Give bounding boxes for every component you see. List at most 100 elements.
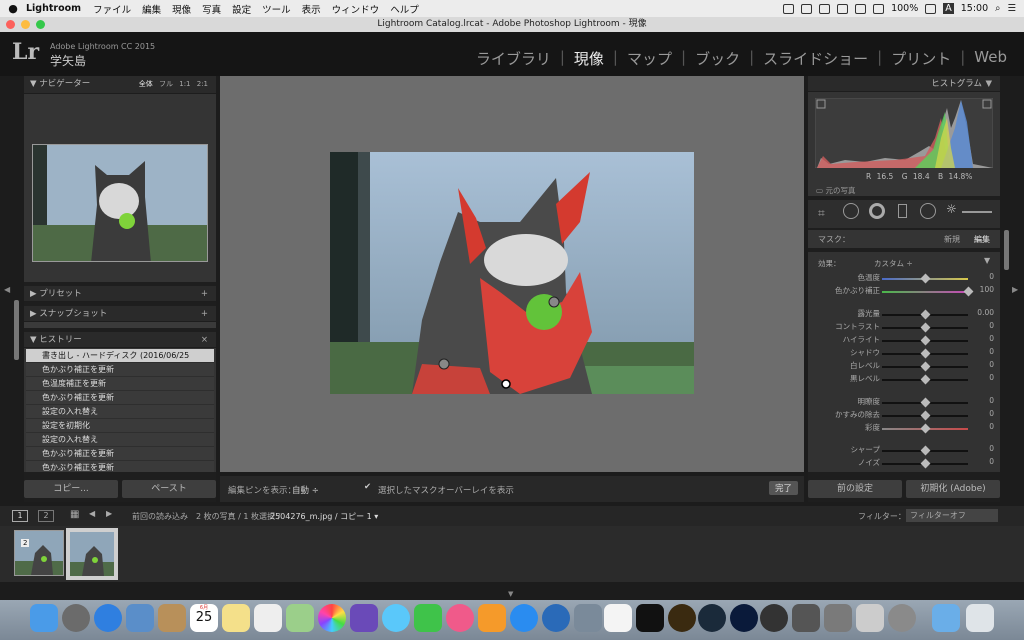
module-library[interactable]: ライブラリ: [467, 48, 560, 69]
adjust-slider-row[interactable]: シャドウ 0: [816, 347, 996, 359]
slider-knob[interactable]: [920, 397, 931, 408]
main-screen-button[interactable]: 1: [12, 510, 28, 522]
notes-icon[interactable]: [222, 604, 250, 632]
photo-with-mask-overlay[interactable]: [330, 152, 694, 394]
slider-knob[interactable]: [920, 361, 931, 372]
history-item[interactable]: 設定を初期化: [26, 419, 214, 433]
mask-edit[interactable]: 編集: [974, 234, 990, 245]
battery-icon[interactable]: [925, 3, 937, 14]
wifi-icon[interactable]: [873, 3, 885, 14]
safari-icon[interactable]: [94, 604, 122, 632]
grid-view-icon[interactable]: ▦: [70, 509, 79, 520]
snapshots-header[interactable]: ▶ スナップショット +: [24, 306, 216, 322]
system-preferences-icon[interactable]: [888, 604, 916, 632]
filmstrip-thumbnail-selected[interactable]: [66, 528, 118, 580]
airplay-icon[interactable]: [783, 3, 795, 14]
slider-knob[interactable]: [920, 458, 931, 469]
slider-value[interactable]: 0.00: [977, 308, 994, 317]
history-item[interactable]: 設定の入れ替え: [26, 405, 214, 419]
slider-value[interactable]: 0: [989, 347, 994, 356]
downloads-folder-icon[interactable]: [932, 604, 960, 632]
presets-header[interactable]: ▶ プリセット +: [24, 286, 216, 302]
slider-knob[interactable]: [920, 445, 931, 456]
reminders-icon[interactable]: [254, 604, 282, 632]
adjust-slider-row[interactable]: ノイズ 0: [816, 457, 996, 469]
slider-value[interactable]: 0: [989, 360, 994, 369]
color-picker-icon[interactable]: [824, 604, 852, 632]
history-item[interactable]: 色かぶり補正を更新: [26, 461, 214, 472]
itunes-icon[interactable]: [446, 604, 474, 632]
calendar-icon[interactable]: 6月 25: [190, 604, 218, 632]
notification-center-icon[interactable]: ☰: [1007, 3, 1016, 14]
minimize-window-button[interactable]: [21, 20, 30, 29]
module-book[interactable]: ブック: [686, 48, 749, 69]
facetime-icon[interactable]: [414, 604, 442, 632]
menu-photo[interactable]: 写真: [202, 2, 221, 16]
bottom-panel-toggle-icon[interactable]: ▼: [508, 590, 513, 598]
slider-value[interactable]: 0: [989, 457, 994, 466]
slider-value[interactable]: 0: [989, 321, 994, 330]
menu-edit[interactable]: 編集: [142, 2, 161, 16]
slider-value[interactable]: 100: [980, 285, 994, 294]
terminal-icon[interactable]: [636, 604, 664, 632]
image-capture-icon[interactable]: [574, 604, 602, 632]
imovie-icon[interactable]: [350, 604, 378, 632]
histogram-graph[interactable]: [815, 98, 993, 168]
menu-help[interactable]: ヘルプ: [390, 2, 419, 16]
add-snapshot-icon[interactable]: +: [201, 306, 208, 322]
back-arrow-icon[interactable]: ◀: [89, 509, 95, 518]
1password-icon[interactable]: [542, 604, 570, 632]
forward-arrow-icon[interactable]: ▶: [106, 509, 112, 518]
menu-window[interactable]: ウィンドウ: [332, 2, 380, 16]
zoom-window-button[interactable]: [36, 20, 45, 29]
adjust-slider-row[interactable]: 黒レベル 0: [816, 373, 996, 385]
trash-icon[interactable]: [966, 604, 994, 632]
bridge-icon[interactable]: [668, 604, 696, 632]
ibooks-icon[interactable]: [478, 604, 506, 632]
mask-new[interactable]: 新規: [944, 234, 960, 245]
mask-overlay-checkbox[interactable]: ✔: [364, 482, 371, 492]
slider-knob[interactable]: [920, 335, 931, 346]
effect-collapse-icon[interactable]: ▼: [984, 256, 990, 265]
apple-menu-icon[interactable]: ●: [0, 2, 26, 15]
copy-settings-button[interactable]: コピー...: [24, 480, 118, 498]
crop-tool-icon[interactable]: ⌗: [818, 206, 825, 221]
photoshop-icon[interactable]: [730, 604, 758, 632]
effect-preset-select[interactable]: カスタム ÷: [874, 258, 913, 269]
bluetooth-icon[interactable]: [855, 3, 867, 14]
time-machine-icon[interactable]: [837, 3, 849, 14]
history-item[interactable]: 色温度補正を更新: [26, 377, 214, 391]
input-source[interactable]: A: [943, 3, 954, 14]
left-scrollbar[interactable]: [14, 300, 19, 360]
adjust-slider-row[interactable]: 明瞭度 0: [816, 396, 996, 408]
textedit-icon[interactable]: [604, 604, 632, 632]
launchpad-icon[interactable]: [62, 604, 90, 632]
menu-view[interactable]: 表示: [302, 2, 321, 16]
slider-value[interactable]: 0: [989, 272, 994, 281]
close-window-button[interactable]: [6, 20, 15, 29]
slider-value[interactable]: 0: [989, 409, 994, 418]
spotlight-icon[interactable]: ⌕: [995, 3, 1000, 14]
file-name[interactable]: 2504276_m.jpg / コピー 1 ▾: [270, 511, 378, 522]
slider-value[interactable]: 0: [989, 373, 994, 382]
slider-knob[interactable]: [920, 322, 931, 333]
lightroom-dock-icon[interactable]: [698, 604, 726, 632]
menu-develop[interactable]: 現像: [172, 2, 191, 16]
navigator-preview[interactable]: [24, 94, 216, 282]
slider-value[interactable]: 0: [989, 334, 994, 343]
zoom-2-1[interactable]: 2:1: [197, 80, 208, 88]
adjust-slider-row[interactable]: コントラスト 0: [816, 321, 996, 333]
history-item[interactable]: 書き出し - ハードディスク (2016/06/25 14:55:09): [26, 349, 214, 374]
adjust-slider-row[interactable]: ハイライト 0: [816, 334, 996, 346]
adjust-slider-row[interactable]: 彩度 0: [816, 422, 996, 434]
slider-knob[interactable]: [920, 309, 931, 320]
messages-icon[interactable]: [382, 604, 410, 632]
adjust-slider-row[interactable]: かすみの除去 0: [816, 409, 996, 421]
previous-settings-button[interactable]: 前の設定: [808, 480, 902, 498]
slider-value[interactable]: 0: [989, 422, 994, 431]
done-button[interactable]: 完了: [768, 481, 798, 495]
slider-knob[interactable]: [920, 348, 931, 359]
adjust-slider-row[interactable]: 白レベル 0: [816, 360, 996, 372]
filmstrip-thumbnail[interactable]: 2: [14, 530, 64, 576]
menu-file[interactable]: ファイル: [93, 2, 131, 16]
